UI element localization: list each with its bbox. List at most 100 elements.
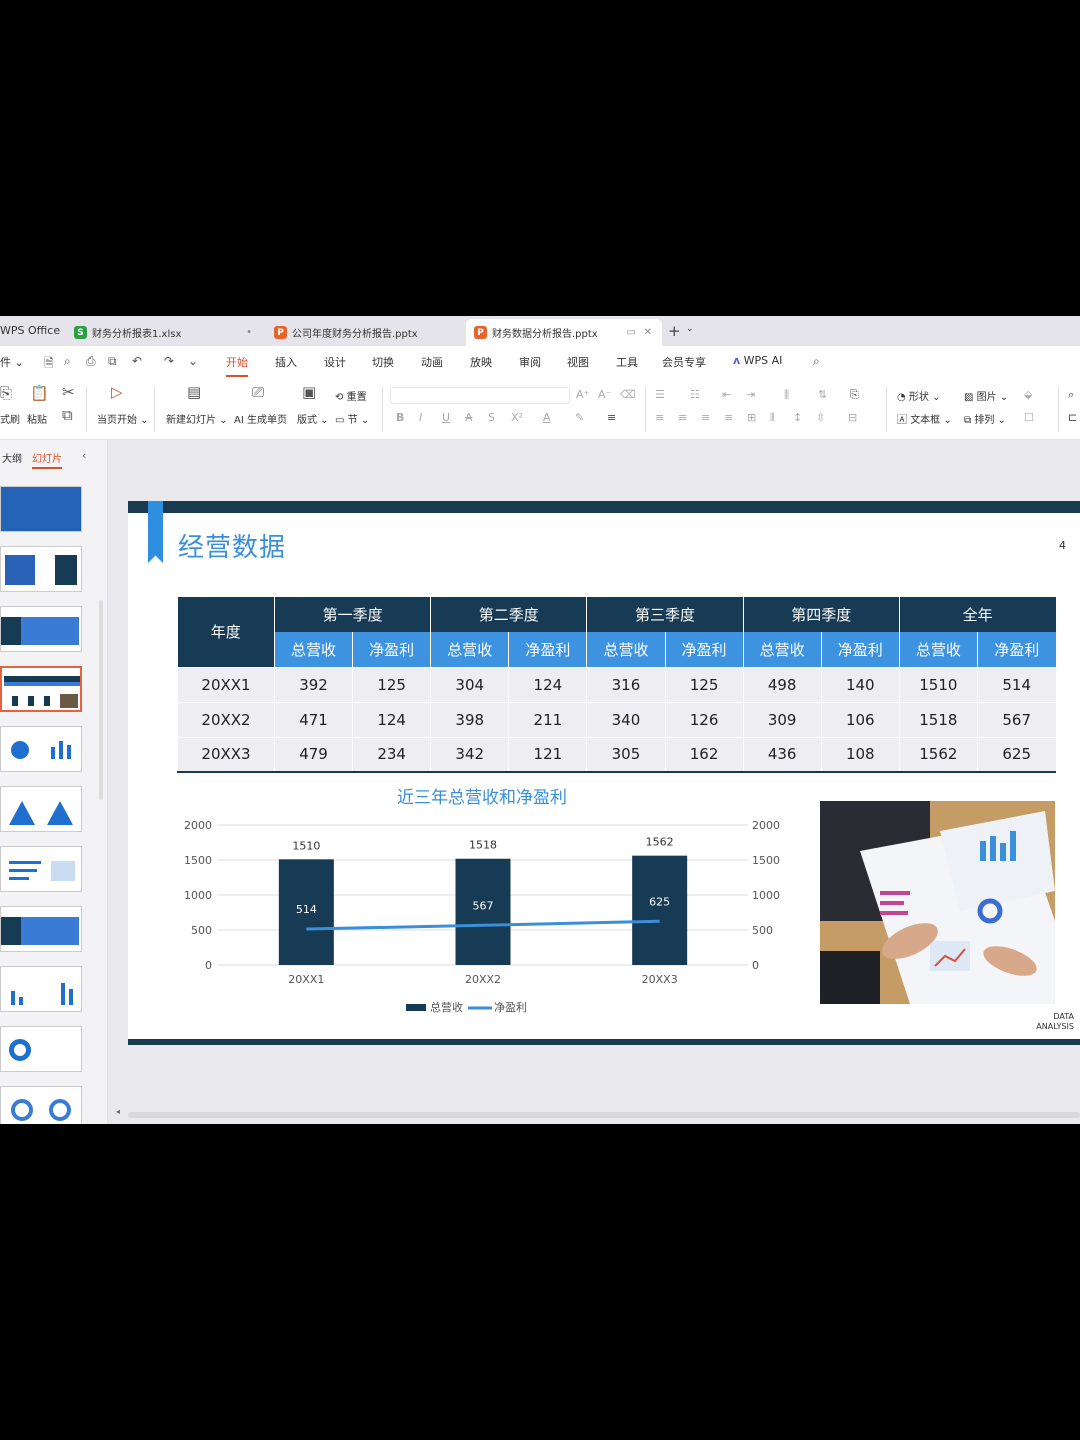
revenue-cell[interactable]: 436 — [742, 736, 822, 773]
copy-icon[interactable]: ⧉ — [62, 406, 73, 424]
align-left-icon[interactable]: ≡ — [655, 411, 664, 424]
tab-dot-icon[interactable]: • — [246, 327, 252, 338]
fill-icon[interactable]: ⬙ — [1024, 388, 1032, 401]
line-spacing-icon[interactable]: ↕ — [793, 411, 802, 424]
convert-icon[interactable]: ⎘ — [850, 388, 859, 402]
play-icon[interactable]: ▷ — [111, 383, 123, 401]
replace-icon[interactable]: ⊏ — [1068, 411, 1077, 424]
operating-data-table[interactable]: 年度 第一季度 第二季度 第三季度 第四季度 全年 总营收 净盈利 总营收 净盈… — [177, 597, 1056, 773]
menu-tools[interactable]: 工具 — [616, 354, 638, 370]
close-icon[interactable]: ✕ — [644, 327, 652, 338]
print-icon[interactable]: ⎙ — [86, 354, 96, 369]
superscript-icon[interactable]: X² — [511, 411, 523, 424]
revenue-cell[interactable]: 340 — [586, 701, 665, 737]
revenue-profit-chart[interactable]: 近三年总营收和净盈利 0 500 1000 1500 2000 0 500 1000 1500 2… — [168, 783, 808, 1023]
menu-transition[interactable]: 切换 — [372, 354, 394, 370]
revenue-cell[interactable]: 309 — [742, 701, 822, 737]
bullet-list-icon[interactable]: ☰ — [655, 388, 665, 401]
undo-icon[interactable]: ↶ — [132, 354, 142, 368]
char-spacing-icon[interactable]: ≡ — [607, 411, 616, 424]
slide-thumbnail-9[interactable] — [0, 966, 82, 1012]
menu-animation[interactable]: 动画 — [421, 354, 443, 370]
profit-cell[interactable]: 514 — [976, 666, 1056, 702]
save-icon[interactable]: 🗎 — [44, 354, 54, 375]
revenue-cell[interactable]: 316 — [586, 666, 665, 702]
vertical-align-icon[interactable]: ⊟ — [848, 411, 857, 424]
year-cell[interactable]: 20XX3 — [177, 736, 275, 773]
sort-icon[interactable]: ⇅ — [818, 388, 827, 401]
revenue-cell[interactable]: 304 — [430, 666, 509, 702]
section-button[interactable]: ▭ 节 ⌄ — [335, 411, 369, 426]
menu-home[interactable]: 开始 — [226, 354, 248, 377]
slide-thumbnail-11[interactable] — [0, 1086, 82, 1124]
profit-cell[interactable]: 567 — [976, 701, 1056, 737]
revenue-cell[interactable]: 392 — [273, 666, 353, 702]
layout-icon[interactable]: ▣ — [302, 383, 316, 401]
outline-tab[interactable]: 大纲 — [2, 450, 22, 465]
profit-cell[interactable]: 125 — [664, 666, 744, 702]
reset-button[interactable]: ⟲ 重置 — [335, 388, 367, 403]
profit-cell[interactable]: 211 — [508, 701, 587, 737]
distribute-icon[interactable]: ⊞ — [747, 411, 756, 424]
font-name-select[interactable] — [390, 387, 570, 404]
indent-decrease-icon[interactable]: ⇤ — [722, 388, 731, 401]
italic-icon[interactable]: I — [419, 411, 422, 424]
text-direction-icon[interactable]: ⫼ — [784, 388, 789, 402]
font-increase-icon[interactable]: A⁺ — [576, 388, 589, 401]
profit-cell[interactable]: 234 — [352, 736, 431, 773]
menu-review[interactable]: 审阅 — [519, 354, 541, 370]
find-icon[interactable]: ⌕ — [1068, 388, 1074, 402]
paste-button[interactable]: 粘贴 — [27, 411, 47, 426]
quick-access-chevron-icon[interactable]: ⌄ — [188, 354, 198, 368]
slide-thumbnail-3[interactable] — [0, 606, 82, 652]
horizontal-scrollbar[interactable] — [128, 1112, 1080, 1118]
revenue-cell[interactable]: 498 — [742, 666, 822, 702]
play-from-current-button[interactable]: 当页开始 ⌄ — [97, 411, 149, 426]
para-spacing-icon[interactable]: ⇳ — [816, 411, 825, 424]
preview-icon[interactable]: ⧉ — [108, 354, 117, 369]
shape-button[interactable]: ◔ 形状 ⌄ — [897, 388, 940, 403]
revenue-cell[interactable]: 1562 — [898, 736, 978, 773]
menu-slideshow[interactable]: 放映 — [470, 354, 492, 370]
revenue-cell[interactable]: 479 — [273, 736, 353, 773]
paste-icon[interactable]: 📋 — [30, 384, 49, 402]
profit-cell[interactable]: 108 — [820, 736, 900, 773]
layout-button[interactable]: 版式 ⌄ — [297, 411, 329, 426]
year-cell[interactable]: 20XX2 — [177, 701, 275, 737]
slide-thumbnail-8[interactable] — [0, 906, 82, 952]
menu-wps-ai[interactable]: ʌ WPS AI — [733, 354, 782, 367]
clear-format-icon[interactable]: ⌫ — [620, 388, 636, 401]
font-color-icon[interactable]: A — [543, 411, 551, 424]
revenue-cell[interactable]: 398 — [430, 701, 509, 737]
slide-thumbnail-5[interactable] — [0, 726, 82, 772]
slide-thumbnail-6[interactable] — [0, 786, 82, 832]
revenue-cell[interactable]: 1510 — [898, 666, 978, 702]
ai-page-icon[interactable]: ⎚ — [252, 383, 264, 401]
scroll-left-icon[interactable]: ◂ — [116, 1107, 120, 1116]
tab-xlsx[interactable]: S 财务分析报表1.xlsx • — [66, 319, 262, 346]
slide-thumbnail-7[interactable] — [0, 846, 82, 892]
profit-cell[interactable]: 162 — [664, 736, 744, 773]
align-center-icon[interactable]: ≡ — [678, 411, 687, 424]
picture-button[interactable]: ▨ 图片 ⌄ — [964, 388, 1008, 403]
ai-single-page-button[interactable]: AI 生成单页 — [234, 411, 287, 426]
shadow-icon[interactable]: S — [488, 411, 495, 424]
numbered-list-icon[interactable]: ☷ — [690, 388, 700, 401]
slide-thumbnail-10[interactable] — [0, 1026, 82, 1072]
revenue-cell[interactable]: 471 — [273, 701, 353, 737]
new-slide-button[interactable]: 新建幻灯片 ⌄ — [166, 411, 228, 426]
slide-4[interactable]: 经营数据 4 年度 第一季度 第二季度 第三季度 第四季度 全年 总营收 净盈利… — [128, 501, 1080, 1045]
cut-icon[interactable]: ✂ — [62, 383, 75, 401]
strike-icon[interactable]: A — [465, 411, 473, 424]
chevron-down-icon[interactable]: ⌄ — [686, 324, 694, 334]
collapse-panel-icon[interactable]: ‹ — [82, 449, 86, 462]
menu-insert[interactable]: 插入 — [275, 354, 297, 370]
new-tab-button[interactable]: + — [668, 322, 681, 340]
menu-view[interactable]: 视图 — [567, 354, 589, 370]
profit-cell[interactable]: 124 — [508, 666, 587, 702]
highlight-icon[interactable]: ✎ — [575, 411, 584, 424]
outline-icon[interactable]: ☐ — [1024, 411, 1034, 424]
align-right-icon[interactable]: ≡ — [701, 411, 710, 424]
profit-cell[interactable]: 126 — [664, 701, 744, 737]
menu-file[interactable]: 件 ⌄ — [0, 354, 24, 370]
